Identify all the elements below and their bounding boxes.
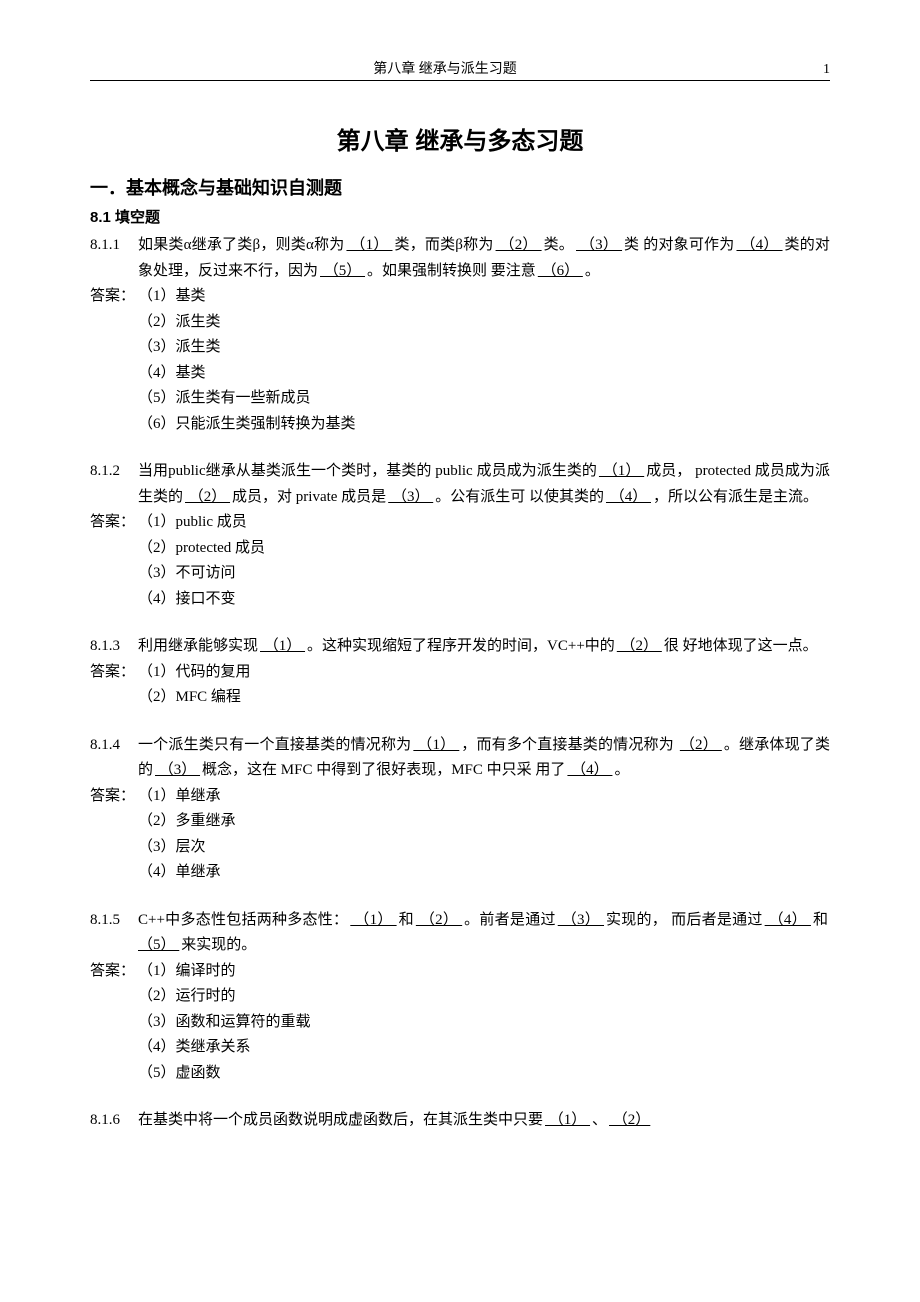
question-number: 8.1.6 xyxy=(90,1108,138,1134)
question-number: 8.1.3 xyxy=(90,634,138,660)
answer-item: （1）public 成员 xyxy=(138,510,830,536)
question-text: 一个派生类只有一个直接基类的情况称为 （1） ，而有多个直接基类的情况称为 （2… xyxy=(138,733,830,784)
page-header: 第八章 继承与派生习题 1 xyxy=(90,58,830,78)
blank: （3） xyxy=(574,237,624,253)
blank: （1） xyxy=(258,638,307,654)
blank: （3） xyxy=(386,489,435,505)
blank: （1） xyxy=(411,737,461,753)
question-8-1-2: 8.1.2 当用public继承从基类派生一个类时，基类的 public 成员成… xyxy=(90,459,830,612)
answer-item: （3）层次 xyxy=(90,835,830,861)
answer-item: （5）派生类有一些新成员 xyxy=(90,386,830,412)
answer-item: （4）单继承 xyxy=(90,860,830,886)
question-8-1-3: 8.1.3 利用继承能够实现 （1） 。这种实现缩短了程序开发的时间，VC++中… xyxy=(90,634,830,711)
blank: （3） xyxy=(153,762,202,778)
section-heading: 一．基本概念与基础知识自测题 xyxy=(90,174,830,200)
answer-item: （2）protected 成员 xyxy=(90,536,830,562)
page-number: 1 xyxy=(800,62,830,78)
answer-label: 答案： xyxy=(90,660,138,686)
question-8-1-6: 8.1.6 在基类中将一个成员函数说明成虚函数后，在其派生类中只要 （1） 、 … xyxy=(90,1108,830,1134)
answer-item: （2）多重继承 xyxy=(90,809,830,835)
answer-item: （3）派生类 xyxy=(90,335,830,361)
answer-list: （1）编译时的 xyxy=(138,959,830,985)
question-text: 如果类α继承了类β，则类α称为 （1） 类，而类β称为 （2） 类。 （3） 类… xyxy=(138,233,830,284)
answer-label: 答案： xyxy=(90,510,138,536)
header-rule xyxy=(90,80,830,81)
answer-item: （6）只能派生类强制转换为基类 xyxy=(90,412,830,438)
question-text: 在基类中将一个成员函数说明成虚函数后，在其派生类中只要 （1） 、 （2） xyxy=(138,1108,830,1134)
answer-item: （1）单继承 xyxy=(138,784,830,810)
blank: （2） xyxy=(607,1112,652,1128)
answer-item: （5）虚函数 xyxy=(90,1061,830,1087)
answer-item: （4）类继承关系 xyxy=(90,1035,830,1061)
blank: （6） xyxy=(536,263,585,279)
blank: （4） xyxy=(763,912,813,928)
answer-item: （1）代码的复用 xyxy=(138,660,830,686)
subsection-heading: 8.1 填空题 xyxy=(90,206,830,227)
answer-item: （1）编译时的 xyxy=(138,959,830,985)
question-number: 8.1.2 xyxy=(90,459,138,510)
header-title: 第八章 继承与派生习题 xyxy=(90,58,800,78)
question-8-1-1: 8.1.1 如果类α继承了类β，则类α称为 （1） 类，而类β称为 （2） 类。… xyxy=(90,233,830,437)
blank: （2） xyxy=(183,489,232,505)
answer-item: （2）派生类 xyxy=(90,310,830,336)
blank: （4） xyxy=(604,489,653,505)
answer-list: （1）代码的复用 xyxy=(138,660,830,686)
blank: （1） xyxy=(597,463,646,479)
question-text: 当用public继承从基类派生一个类时，基类的 public 成员成为派生类的 … xyxy=(138,459,830,510)
answer-item: （2）运行时的 xyxy=(90,984,830,1010)
blank: （4） xyxy=(565,762,614,778)
blank: （1） xyxy=(543,1112,592,1128)
question-number: 8.1.4 xyxy=(90,733,138,784)
answer-item: （3）不可访问 xyxy=(90,561,830,587)
blank: （5） xyxy=(318,263,367,279)
answer-label: 答案： xyxy=(90,784,138,810)
blank: （2） xyxy=(678,737,724,753)
blank: （1） xyxy=(344,237,394,253)
blank: （2） xyxy=(414,912,464,928)
answer-list: （1）基类 xyxy=(138,284,830,310)
answer-label: 答案： xyxy=(90,959,138,985)
answer-item: （1）基类 xyxy=(138,284,830,310)
blank: （2） xyxy=(494,237,544,253)
question-8-1-5: 8.1.5 C++中多态性包括两种多态性： （1） 和 （2） 。前者是通过 （… xyxy=(90,908,830,1087)
blank: （4） xyxy=(734,237,784,253)
answer-item: （2）MFC 编程 xyxy=(90,685,830,711)
answer-list: （1）public 成员 xyxy=(138,510,830,536)
answer-item: （4）接口不变 xyxy=(90,587,830,613)
blank: （1） xyxy=(348,912,398,928)
answer-list: （1）单继承 xyxy=(138,784,830,810)
answer-item: （3）函数和运算符的重载 xyxy=(90,1010,830,1036)
page: 第八章 继承与派生习题 1 第八章 继承与多态习题 一．基本概念与基础知识自测题… xyxy=(0,0,920,1216)
question-8-1-4: 8.1.4 一个派生类只有一个直接基类的情况称为 （1） ，而有多个直接基类的情… xyxy=(90,733,830,886)
blank: （2） xyxy=(615,638,664,654)
answer-label: 答案： xyxy=(90,284,138,310)
answer-item: （4）基类 xyxy=(90,361,830,387)
chapter-title: 第八章 继承与多态习题 xyxy=(90,121,830,156)
question-number: 8.1.1 xyxy=(90,233,138,284)
question-number: 8.1.5 xyxy=(90,908,138,959)
question-text: 利用继承能够实现 （1） 。这种实现缩短了程序开发的时间，VC++中的 （2） … xyxy=(138,634,830,660)
question-text: C++中多态性包括两种多态性： （1） 和 （2） 。前者是通过 （3） 实现的… xyxy=(138,908,830,959)
blank: （3） xyxy=(556,912,606,928)
